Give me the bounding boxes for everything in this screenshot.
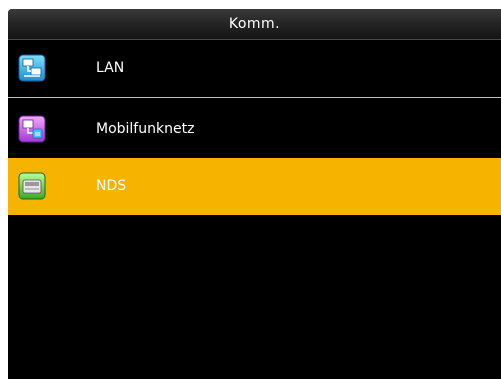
- menu-item-label: LAN: [96, 60, 125, 76]
- menu-item-lan[interactable]: LAN: [8, 40, 501, 98]
- title-bar: Komm.: [8, 9, 501, 40]
- nds-device-icon: [18, 172, 46, 200]
- page-title: Komm.: [228, 16, 281, 32]
- lan-network-icon: [18, 54, 46, 82]
- mobile-network-icon: [18, 115, 46, 143]
- menu-item-nds[interactable]: NDS: [8, 158, 501, 215]
- screen: Komm. LAN Mobilfunknetz NDS: [8, 9, 501, 379]
- menu-item-mobilfunknetz[interactable]: Mobilfunknetz: [8, 101, 501, 158]
- menu-item-label: Mobilfunknetz: [96, 121, 195, 137]
- menu-item-label: NDS: [96, 178, 127, 194]
